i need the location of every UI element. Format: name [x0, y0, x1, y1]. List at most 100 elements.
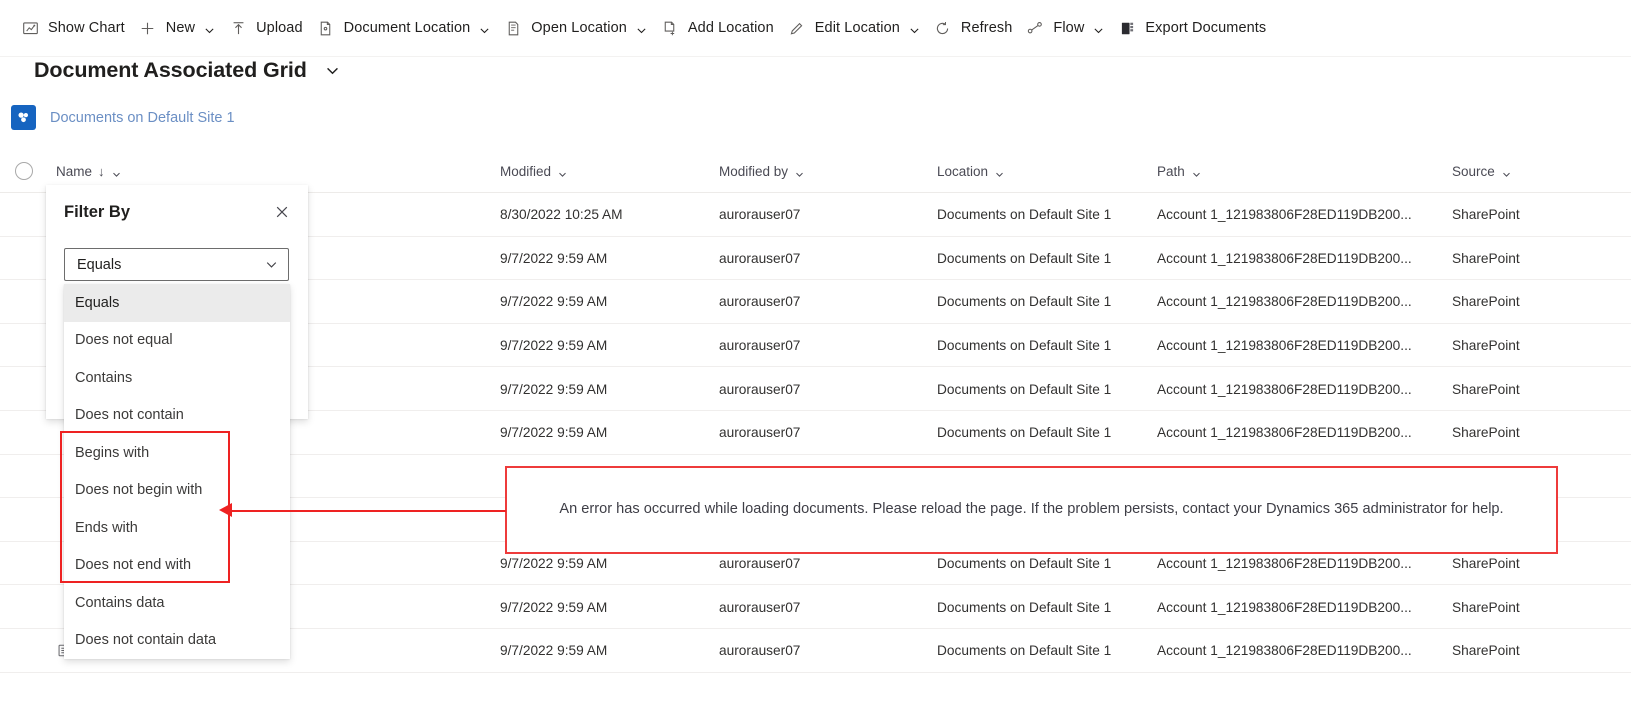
cell-text: SharePoint: [1452, 425, 1520, 441]
filter-option-contains[interactable]: Contains: [64, 359, 290, 397]
cell-text: SharePoint: [1452, 294, 1520, 310]
breadcrumb-link[interactable]: Documents on Default Site 1: [50, 110, 235, 126]
filter-option-does-not-contain[interactable]: Does not contain: [64, 397, 290, 435]
command-open-location[interactable]: Open Location: [497, 8, 654, 48]
breadcrumb: Documents on Default Site 1: [11, 105, 235, 130]
command-flow[interactable]: Flow: [1019, 8, 1111, 48]
command-label: Upload: [256, 20, 303, 36]
flow-icon: [1026, 19, 1044, 37]
cell-text: SharePoint: [1452, 250, 1520, 266]
filter-option-does-not-begin-with[interactable]: Does not begin with: [64, 472, 290, 510]
command-label: Refresh: [960, 20, 1013, 36]
chevron-down-icon: [636, 23, 647, 34]
column-header-modified-by[interactable]: Modified by: [719, 150, 929, 193]
filter-option-equals[interactable]: Equals: [64, 284, 290, 322]
table-cell-location: Documents on Default Site 1: [937, 585, 1147, 629]
table-cell-modified: 9/7/2022 9:59 AM: [500, 411, 710, 455]
table-cell-path: Account 1_121983806F28ED119DB200...: [1157, 585, 1437, 629]
filter-option-begins-with[interactable]: Begins with: [64, 434, 290, 472]
error-message-callout: An error has occurred while loading docu…: [505, 466, 1558, 554]
command-show-chart[interactable]: Show Chart: [14, 8, 132, 48]
add-location-icon: [661, 19, 679, 37]
cell-text: 9/7/2022 9:59 AM: [500, 599, 608, 615]
cell-text: Account 1_121983806F28ED119DB200...: [1157, 381, 1412, 397]
table-cell-path: Account 1_121983806F28ED119DB200...: [1157, 629, 1437, 673]
table-cell-source: SharePoint: [1452, 411, 1612, 455]
table-cell-modby: aurorauser07: [719, 193, 929, 237]
filter-option-contains-data[interactable]: Contains data: [64, 584, 290, 622]
sharepoint-site-icon: [11, 105, 36, 130]
command-upload[interactable]: Upload: [222, 8, 310, 48]
filter-panel-title: Filter By: [64, 203, 131, 221]
table-cell-path: Account 1_121983806F28ED119DB200...: [1157, 237, 1437, 281]
error-message-text: An error has occurred while loading docu…: [559, 501, 1504, 518]
table-cell-source: SharePoint: [1452, 585, 1612, 629]
column-header-source[interactable]: Source: [1452, 150, 1612, 193]
cell-text: Documents on Default Site 1: [937, 294, 1112, 310]
cell-text: SharePoint: [1452, 207, 1520, 223]
table-cell-modby: aurorauser07: [719, 280, 929, 324]
page-title: Document Associated Grid: [34, 58, 307, 82]
export-documents-icon: [1118, 19, 1136, 37]
table-cell-modby: aurorauser07: [719, 585, 929, 629]
chevron-down-icon: [1093, 23, 1104, 34]
command-export-documents[interactable]: Export Documents: [1111, 8, 1273, 48]
command-edit-location[interactable]: Edit Location: [781, 8, 927, 48]
table-cell-modified: 9/7/2022 9:59 AM: [500, 324, 710, 368]
table-cell-modified: 9/7/2022 9:59 AM: [500, 585, 710, 629]
table-cell-source: SharePoint: [1452, 629, 1612, 673]
upload-icon: [229, 19, 247, 37]
command-new[interactable]: New: [132, 8, 222, 48]
column-header-modified[interactable]: Modified: [500, 150, 710, 193]
cell-text: Account 1_121983806F28ED119DB200...: [1157, 425, 1412, 441]
cell-text: 9/7/2022 9:59 AM: [500, 381, 608, 397]
cell-text: SharePoint: [1452, 338, 1520, 354]
table-cell-source: SharePoint: [1452, 280, 1612, 324]
select-all-circle-icon[interactable]: [15, 162, 33, 180]
view-header: Document Associated Grid: [34, 58, 340, 83]
cell-text: aurorauser07: [719, 556, 801, 572]
command-label: Open Location: [531, 20, 627, 36]
cell-text: Account 1_121983806F28ED119DB200...: [1157, 294, 1412, 310]
filter-operator-select[interactable]: Equals: [64, 248, 289, 281]
table-cell-modby: aurorauser07: [719, 367, 929, 411]
column-header-location[interactable]: Location: [937, 150, 1147, 193]
chevron-down-icon[interactable]: [325, 63, 340, 78]
cell-text: Account 1_121983806F28ED119DB200...: [1157, 599, 1412, 615]
table-cell-modby: aurorauser07: [719, 629, 929, 673]
cell-text: aurorauser07: [719, 294, 801, 310]
filter-option-does-not-contain-data[interactable]: Does not contain data: [64, 622, 290, 660]
command-document-location[interactable]: Document Location: [310, 8, 498, 48]
column-header-path[interactable]: Path: [1157, 150, 1437, 193]
cell-text: SharePoint: [1452, 556, 1520, 572]
cell-text: Documents on Default Site 1: [937, 250, 1112, 266]
cell-text: 9/7/2022 9:59 AM: [500, 425, 608, 441]
cell-text: Documents on Default Site 1: [937, 207, 1112, 223]
filter-option-does-not-equal[interactable]: Does not equal: [64, 322, 290, 360]
filter-option-ends-with[interactable]: Ends with: [64, 509, 290, 547]
chevron-down-icon: [112, 167, 121, 177]
filter-operator-value: Equals: [77, 256, 122, 273]
close-icon[interactable]: [268, 198, 296, 226]
chevron-down-icon: [995, 167, 1004, 177]
table-cell-modby: aurorauser07: [719, 324, 929, 368]
cell-text: Account 1_121983806F28ED119DB200...: [1157, 338, 1412, 354]
cell-text: Documents on Default Site 1: [937, 556, 1112, 572]
cell-text: 9/7/2022 9:59 AM: [500, 556, 608, 572]
filter-option-does-not-end-with[interactable]: Does not end with: [64, 547, 290, 585]
table-cell-path: Account 1_121983806F28ED119DB200...: [1157, 280, 1437, 324]
table-cell-path: Account 1_121983806F28ED119DB200...: [1157, 193, 1437, 237]
table-cell-source: SharePoint: [1452, 193, 1612, 237]
chevron-down-icon: [204, 23, 215, 34]
cell-text: Account 1_121983806F28ED119DB200...: [1157, 250, 1412, 266]
command-add-location[interactable]: Add Location: [654, 8, 781, 48]
command-refresh[interactable]: Refresh: [927, 8, 1019, 48]
table-cell-path: Account 1_121983806F28ED119DB200...: [1157, 411, 1437, 455]
table-cell-source: SharePoint: [1452, 367, 1612, 411]
cell-text: 8/30/2022 10:25 AM: [500, 207, 623, 223]
chevron-down-icon: [795, 167, 804, 177]
cell-text: Documents on Default Site 1: [937, 425, 1112, 441]
chevron-down-icon: [1502, 167, 1511, 177]
table-cell-modby: aurorauser07: [719, 411, 929, 455]
column-label: Source: [1452, 164, 1495, 179]
